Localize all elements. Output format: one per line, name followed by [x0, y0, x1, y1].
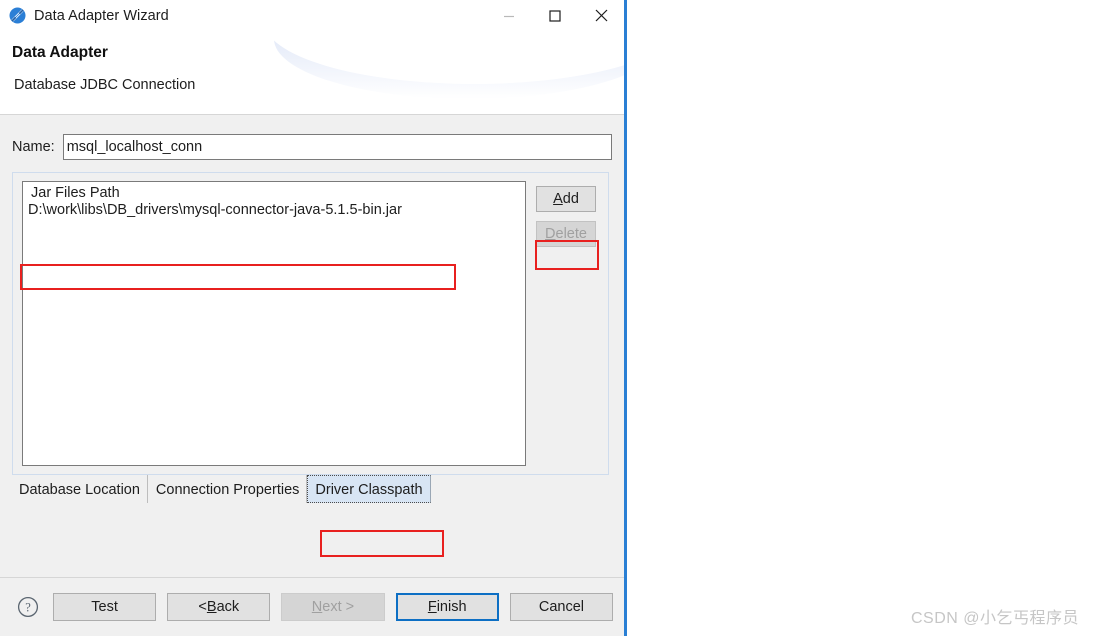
window-controls — [486, 0, 624, 31]
settings-tab-panel: Jar Files Path D:\work\libs\DB_drivers\m… — [12, 172, 609, 589]
wizard-body: Name: Jar Files Path D:\work\libs\DB_dri… — [0, 115, 624, 602]
back-button[interactable]: < Back — [167, 593, 271, 621]
list-item[interactable]: D:\work\libs\DB_drivers\mysql-connector-… — [23, 201, 525, 218]
jar-files-list-header: Jar Files Path — [31, 185, 120, 201]
test-button[interactable]: Test — [53, 593, 157, 621]
minimize-icon[interactable] — [486, 0, 532, 31]
help-icon[interactable]: ? — [17, 596, 39, 618]
title-bar: Data Adapter Wizard — [0, 0, 624, 31]
header-decoration — [274, 31, 624, 99]
delete-button[interactable]: Delete — [536, 221, 596, 247]
tab-connection-properties[interactable]: Connection Properties — [147, 475, 308, 503]
page-subtitle: Database JDBC Connection — [14, 77, 196, 93]
header-decoration-mask — [264, 31, 624, 84]
watermark: CSDN @小乞丐程序员 — [910, 610, 1079, 627]
wizard-footer: ? Test < Back Next > Finish Cancel — [0, 577, 624, 636]
classpath-area: Jar Files Path D:\work\libs\DB_drivers\m… — [22, 181, 599, 466]
jar-files-list[interactable]: Jar Files Path D:\work\libs\DB_drivers\m… — [22, 181, 526, 466]
name-row: Name: — [12, 134, 612, 160]
data-adapter-icon — [9, 7, 26, 24]
wizard-header: Data Adapter Database JDBC Connection — [0, 31, 624, 115]
data-adapter-wizard-window: Data Adapter Wizard Data Adapter Databas… — [0, 0, 627, 636]
driver-classpath-panel: Jar Files Path D:\work\libs\DB_drivers\m… — [12, 172, 609, 475]
finish-button[interactable]: Finish — [395, 593, 499, 621]
screen: Data Adapter Wizard Data Adapter Databas… — [0, 0, 1093, 636]
name-label: Name: — [12, 139, 55, 155]
close-icon[interactable] — [578, 0, 624, 31]
maximize-icon[interactable] — [532, 0, 578, 31]
window-title: Data Adapter Wizard — [34, 7, 169, 24]
name-input[interactable] — [62, 134, 612, 160]
tab-driver-classpath[interactable]: Driver Classpath — [307, 475, 431, 503]
svg-text:?: ? — [25, 601, 31, 615]
classpath-buttons: Add Delete — [536, 181, 596, 466]
add-button[interactable]: Add — [536, 186, 596, 212]
tab-strip: Database Location Connection Properties … — [12, 475, 609, 503]
next-button[interactable]: Next > — [281, 593, 385, 621]
tab-database-location[interactable]: Database Location — [12, 475, 148, 503]
page-title: Data Adapter — [12, 44, 108, 61]
cancel-button[interactable]: Cancel — [509, 593, 614, 621]
